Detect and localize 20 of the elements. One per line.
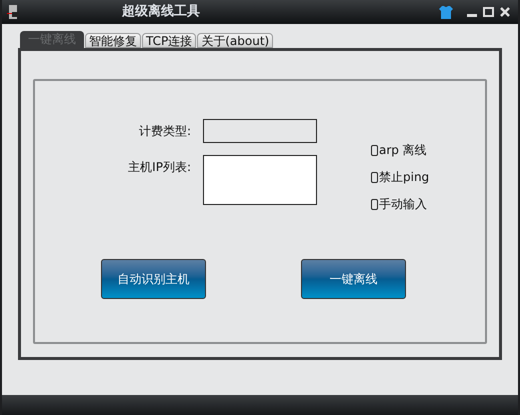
checkbox[interactable] (371, 144, 378, 156)
maximize-icon[interactable] (483, 7, 494, 17)
checkbox[interactable] (371, 198, 378, 210)
field-label: 主机IP列表: (127, 159, 192, 176)
tab[interactable]: 关于(about) (197, 33, 274, 48)
field-label: 计费类型: (138, 123, 192, 140)
checkbox-label: 禁止ping (379, 169, 430, 186)
action-button[interactable]: 自动识别主机 (101, 259, 206, 299)
checkbox-label: arp 离线 (379, 142, 427, 159)
action-button[interactable]: 一键离线 (301, 259, 406, 299)
checkbox-label: 手动输入 (379, 196, 427, 213)
input-field[interactable] (203, 119, 317, 143)
tab[interactable]: TCP连接 (142, 33, 196, 48)
window-title: 超级离线工具 (122, 2, 200, 22)
app-icon (6, 4, 22, 20)
text-area[interactable] (203, 155, 317, 205)
tab[interactable]: 智能修复 (85, 33, 141, 48)
close-icon[interactable] (500, 7, 510, 17)
checkbox[interactable] (371, 172, 378, 182)
shirt-icon[interactable] (439, 4, 453, 20)
